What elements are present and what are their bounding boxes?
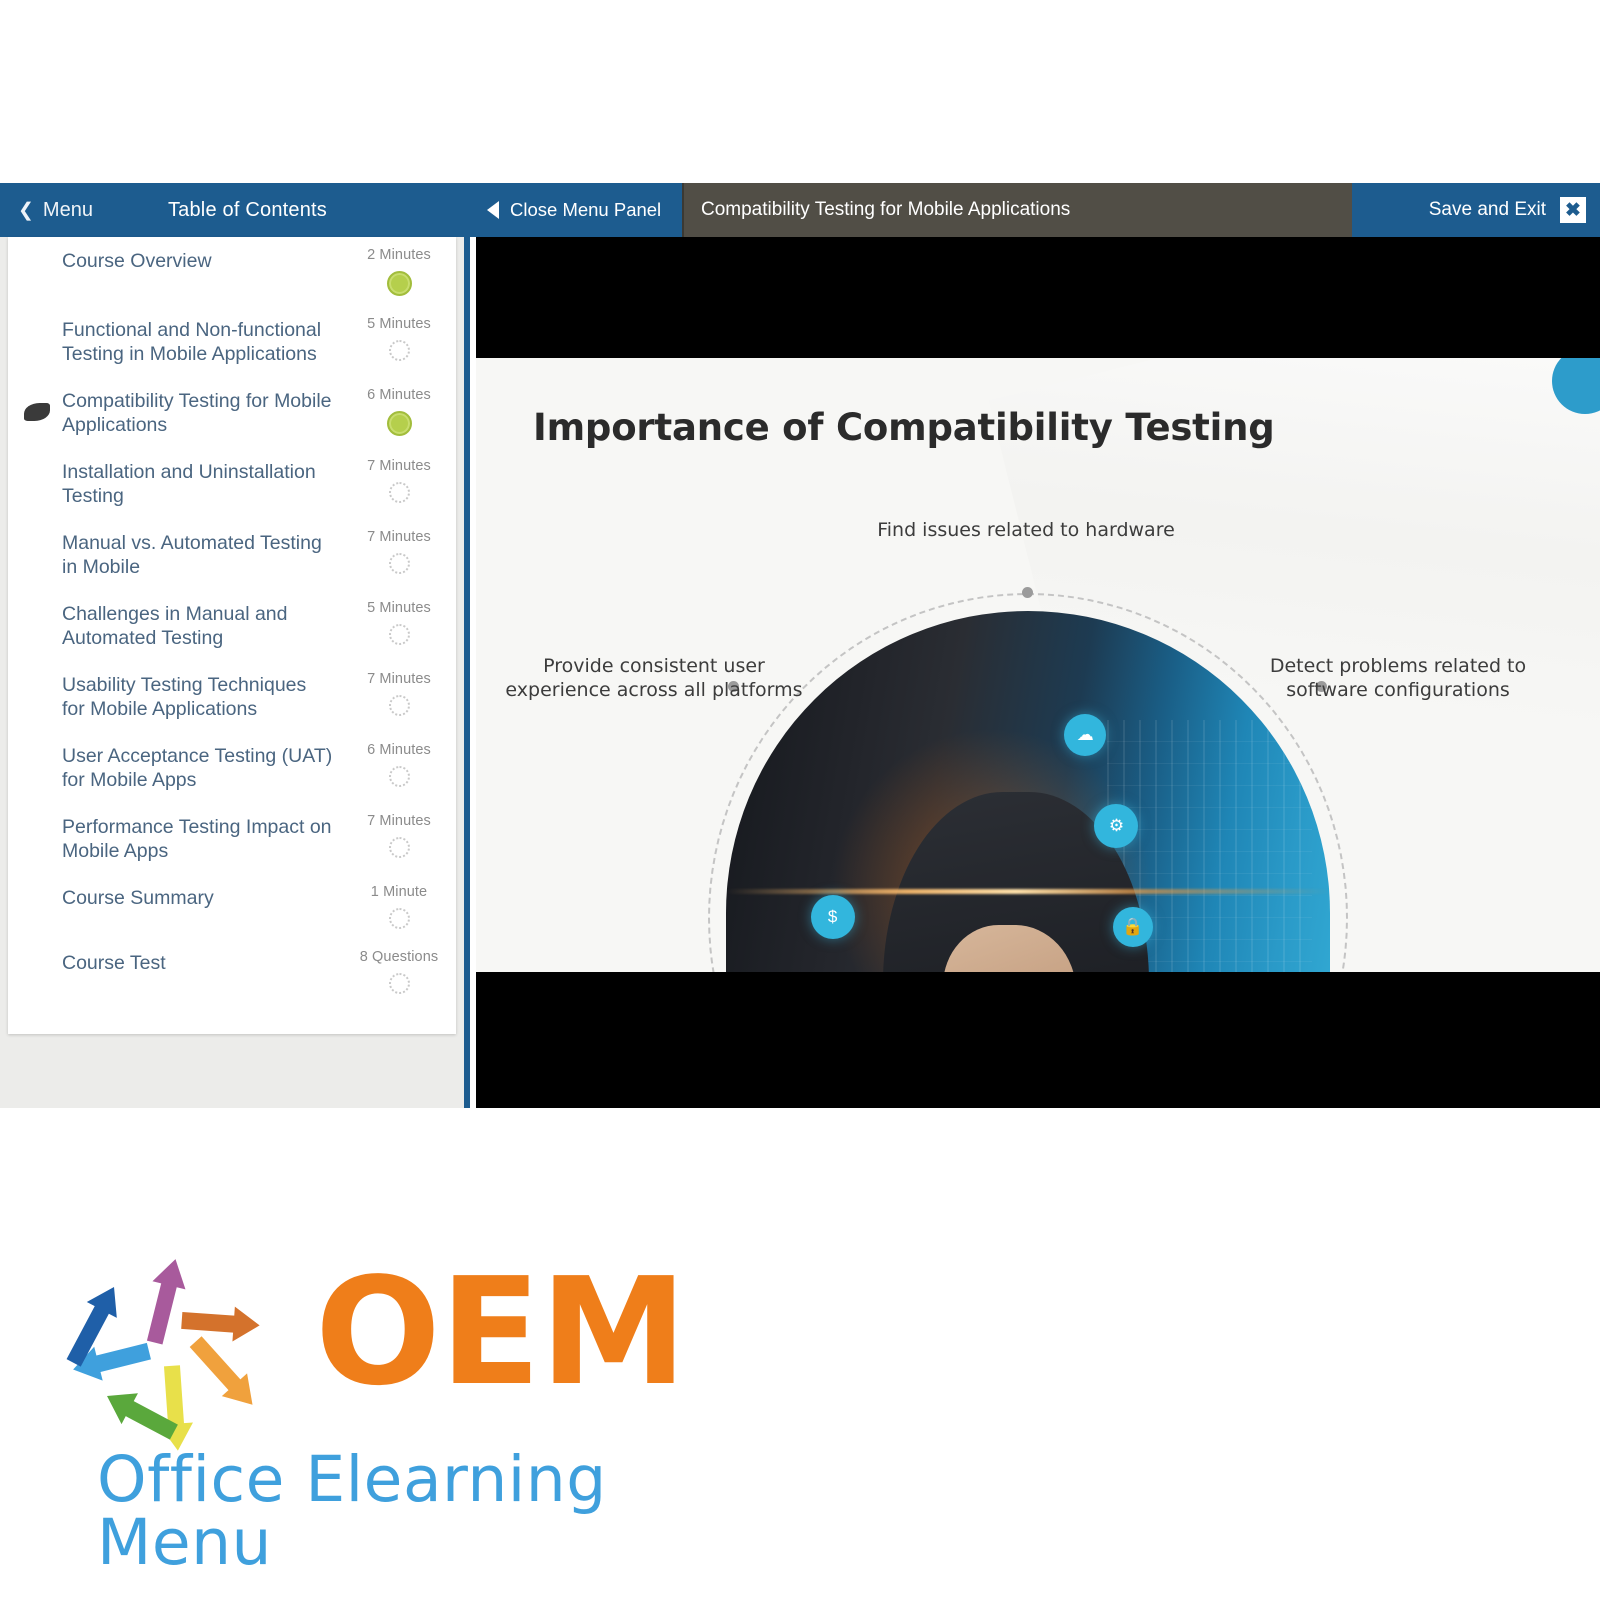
lock-icon: 🔒 <box>1112 906 1153 947</box>
toc-item-title: Performance Testing Impact on Mobile App… <box>62 815 332 862</box>
chevron-left-icon: ❮ <box>18 199 34 221</box>
status-incomplete-icon <box>388 972 410 994</box>
status-incomplete-icon <box>388 836 410 858</box>
lesson-title: Compatibility Testing for Mobile Applica… <box>701 199 1071 220</box>
toc-item-8[interactable]: Performance Testing Impact on Mobile App… <box>8 803 456 874</box>
logo-tagline: Office Elearning Menu <box>97 1443 607 1579</box>
toc-item-title: User Acceptance Testing (UAT) for Mobile… <box>62 744 333 791</box>
toc-item-meta: 5 Minutes <box>358 316 440 361</box>
toc-item-meta: 7 Minutes <box>358 813 440 858</box>
close-x-icon[interactable]: ✖ <box>1560 197 1586 223</box>
caption-left: Provide consistent user experience acros… <box>505 655 803 702</box>
toc-item-4[interactable]: Manual vs. Automated Testing in Mobile 7 … <box>8 519 456 590</box>
toc-item-meta: 7 Minutes <box>358 458 440 503</box>
toc-item-title: Functional and Non-functional Testing in… <box>62 319 322 365</box>
toc-item-1[interactable]: Functional and Non-functional Testing in… <box>8 306 456 377</box>
status-incomplete-icon <box>388 765 410 787</box>
photo-light-streak <box>726 888 1330 894</box>
toc-item-meta: 5 Minutes <box>358 600 440 645</box>
diagram-photo: ☁ ⚙ $ 🔒 ▯ ⚲ <box>726 611 1330 972</box>
toc-item-3[interactable]: Installation and Uninstallation Testing 7… <box>8 448 456 519</box>
sidebar-panel: Course Overview 2 Minutes Functional and N… <box>0 237 470 1108</box>
toc-item-title: Course Overview <box>62 250 212 272</box>
status-complete-icon <box>386 271 412 296</box>
caption-right: Detect problems related to software conf… <box>1269 655 1527 702</box>
slide-title: Importance of Compatibility Testing <box>533 406 1275 449</box>
status-incomplete-icon <box>388 694 410 716</box>
toc-item-duration: 6 Minutes <box>367 741 431 758</box>
toc-item-5[interactable]: Challenges in Manual and Automated Testi… <box>8 590 456 661</box>
status-incomplete-icon <box>388 552 410 574</box>
triangle-left-icon <box>487 201 499 219</box>
toc-item-title: Challenges in Manual and Automated Testi… <box>62 602 288 649</box>
toc-item-title: Compatibility Testing for Mobile Applica… <box>62 389 332 436</box>
toc-item-duration: 7 Minutes <box>367 670 431 687</box>
toc-item-duration: 8 Questions <box>359 948 439 965</box>
toc-item-duration: 7 Minutes <box>367 528 431 545</box>
circular-arrows-icon <box>55 1245 290 1470</box>
toc-item-9[interactable]: Course Summary 1 Minute <box>8 874 456 939</box>
toc-item-meta: 6 Minutes <box>358 387 440 436</box>
diagram-node-top <box>1022 587 1033 598</box>
toc-item-duration: 7 Minutes <box>367 457 431 474</box>
dollar-icon: $ <box>810 894 855 939</box>
toc-item-title: Course Test <box>62 951 166 974</box>
toc-item-meta: 7 Minutes <box>358 671 440 716</box>
semicircle-diagram: ☁ ⚙ $ 🔒 ▯ ⚲ <box>708 587 1348 972</box>
close-menu-panel-label: Close Menu Panel <box>510 199 662 220</box>
cloud-icon: ☁ <box>1064 713 1107 756</box>
table-of-contents-label: Table of Contents <box>167 198 328 221</box>
status-incomplete-icon <box>388 623 410 645</box>
slide: Importance of Compatibility Testing ☁ ⚙ … <box>476 358 1600 972</box>
toc-item-duration: 5 Minutes <box>367 599 431 616</box>
caption-top: Find issues related to hardware <box>877 519 1175 541</box>
toc-item-duration: 1 Minute <box>370 883 428 900</box>
close-menu-panel-button[interactable]: Close Menu Panel <box>470 183 682 237</box>
menu-button[interactable]: ❮ Menu <box>18 199 93 222</box>
logo-wordmark: OEM <box>315 1246 687 1418</box>
brand-logo: OEM Office Elearning Menu <box>55 1240 775 1574</box>
lesson-title-bar: Compatibility Testing for Mobile Applica… <box>682 183 1352 237</box>
topbar-left-section: ❮ Menu Table of Contents <box>0 183 470 237</box>
toc-item-title: Course Summary <box>62 886 214 909</box>
toc-item-7[interactable]: User Acceptance Testing (UAT) for Mobile… <box>8 732 456 803</box>
toc-item-0[interactable]: Course Overview 2 Minutes <box>8 237 456 306</box>
toc-item-meta: 7 Minutes <box>358 529 440 574</box>
topbar-right-section: Save and Exit ✖ <box>1352 183 1600 237</box>
status-incomplete-icon <box>388 340 410 361</box>
photo-background: ☁ ⚙ $ 🔒 ▯ ⚲ <box>726 611 1330 972</box>
top-bar: ❮ Menu Table of Contents Close Menu Pane… <box>0 183 1600 237</box>
toc-item-duration: 5 Minutes <box>367 316 431 332</box>
status-complete-icon <box>386 410 412 436</box>
toc-item-meta: 6 Minutes <box>358 742 440 787</box>
toc-item-2[interactable]: Compatibility Testing for Mobile Applica… <box>8 377 456 448</box>
elearning-player: ❮ Menu Table of Contents Close Menu Pane… <box>0 183 1600 1108</box>
save-and-exit-button[interactable]: Save and Exit <box>1429 199 1546 221</box>
toc-item-10[interactable]: Course Test 8 Questions <box>8 939 456 1004</box>
toc-item-title: Usability Testing Techniques for Mobile … <box>62 673 307 720</box>
toc-item-meta: 2 Minutes <box>358 247 440 296</box>
toc-item-meta: 1 Minute <box>358 884 440 929</box>
slide-stage: Importance of Compatibility Testing ☁ ⚙ … <box>476 237 1600 1108</box>
toc-item-duration: 6 Minutes <box>367 386 431 403</box>
status-incomplete-icon <box>388 907 410 929</box>
toc-item-meta: 8 Questions <box>358 949 440 994</box>
toc-item-duration: 7 Minutes <box>367 812 431 829</box>
toc-item-title: Installation and Uninstallation Testing <box>62 460 316 507</box>
status-incomplete-icon <box>388 481 410 503</box>
toc-item-duration: 2 Minutes <box>367 247 431 263</box>
table-of-contents-list[interactable]: Course Overview 2 Minutes Functional and N… <box>8 237 456 1034</box>
menu-label: Menu <box>42 198 93 221</box>
toc-item-title: Manual vs. Automated Testing in Mobile <box>62 531 322 578</box>
toc-item-6[interactable]: Usability Testing Techniques for Mobile … <box>8 661 456 732</box>
